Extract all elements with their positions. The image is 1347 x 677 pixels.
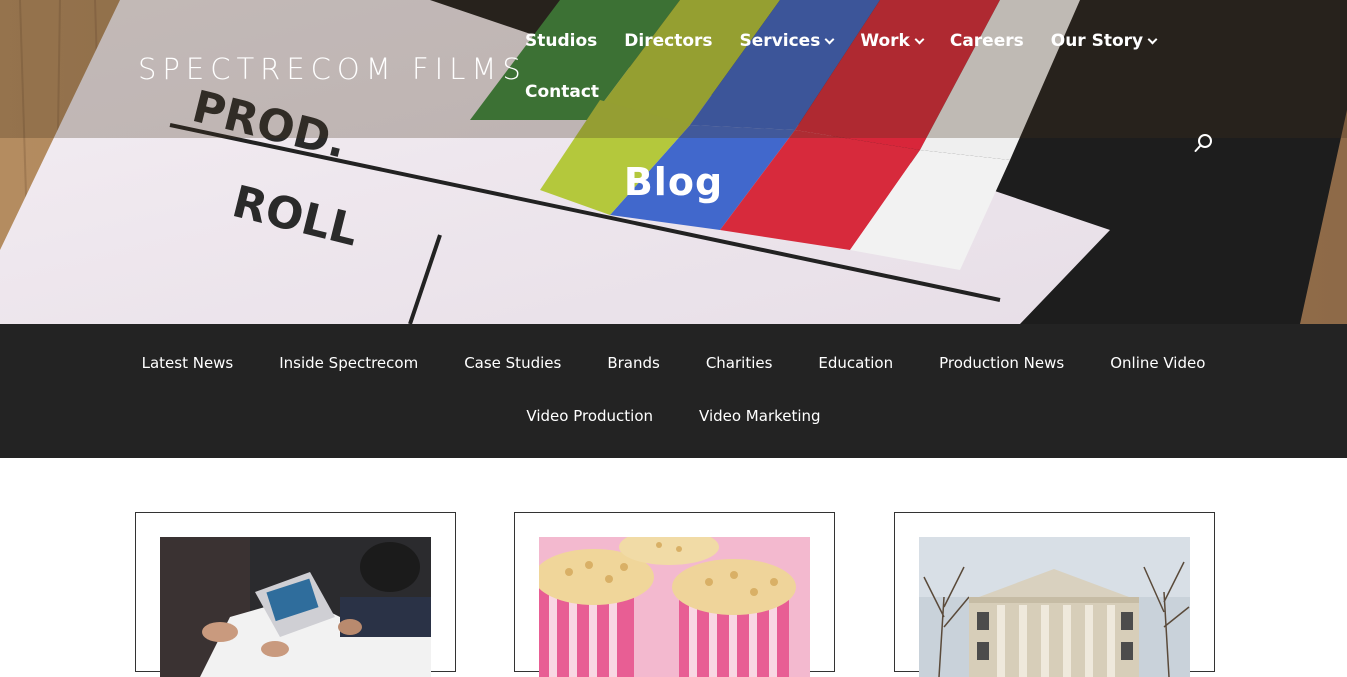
category-video-marketing[interactable]: Video Marketing	[699, 407, 821, 425]
category-brands[interactable]: Brands	[607, 354, 660, 372]
chevron-down-icon	[1147, 34, 1158, 44]
nav-item-contact[interactable]: Contact	[525, 82, 599, 102]
category-row: Latest News Inside Spectrecom Case Studi…	[0, 354, 1347, 372]
hero-banner: PROD. ROLL SPECTRECOM FILMS Studios Dire…	[0, 0, 1347, 324]
blog-category-bar: Latest News Inside Spectrecom Case Studi…	[0, 324, 1347, 458]
category-case-studies[interactable]: Case Studies	[464, 354, 561, 372]
category-charities[interactable]: Charities	[706, 354, 773, 372]
nav-label: Services	[739, 31, 821, 51]
nav-label: Our Story	[1050, 31, 1144, 51]
main-navigation: Studios Directors Services Work Careers …	[525, 24, 1165, 109]
search-icon[interactable]	[1194, 133, 1214, 153]
nav-label: Work	[860, 31, 910, 51]
category-production-news[interactable]: Production News	[939, 354, 1064, 372]
category-row: Video Production Video Marketing	[0, 407, 1347, 425]
nav-item-studios[interactable]: Studios	[525, 31, 597, 51]
nav-item-directors[interactable]: Directors	[624, 31, 712, 51]
nav-item-work[interactable]: Work	[860, 31, 925, 51]
nav-item-services[interactable]: Services	[739, 31, 835, 51]
post-card[interactable]	[894, 512, 1215, 677]
nav-item-careers[interactable]: Careers	[950, 31, 1024, 51]
post-thumbnail-crispy-cakes[interactable]	[539, 537, 810, 677]
nav-label: Contact	[525, 82, 600, 102]
page-title: Blog	[623, 160, 724, 204]
category-inside-spectrecom[interactable]: Inside Spectrecom	[279, 354, 418, 372]
chevron-down-icon	[824, 34, 835, 44]
site-logo[interactable]: SPECTRECOM FILMS	[138, 52, 527, 86]
category-education[interactable]: Education	[818, 354, 893, 372]
chevron-down-icon	[914, 34, 925, 44]
category-latest-news[interactable]: Latest News	[142, 354, 234, 372]
nav-label: Directors	[624, 31, 713, 51]
category-video-production[interactable]: Video Production	[526, 407, 653, 425]
post-card[interactable]	[135, 512, 456, 677]
nav-label: Careers	[949, 31, 1024, 51]
nav-item-our-story[interactable]: Our Story	[1050, 31, 1158, 51]
post-thumbnail-historic-building[interactable]	[919, 537, 1190, 677]
nav-label: Studios	[525, 31, 598, 51]
post-card[interactable]	[514, 512, 835, 677]
post-thumbnail-meeting[interactable]	[160, 537, 431, 677]
category-online-video[interactable]: Online Video	[1110, 354, 1205, 372]
